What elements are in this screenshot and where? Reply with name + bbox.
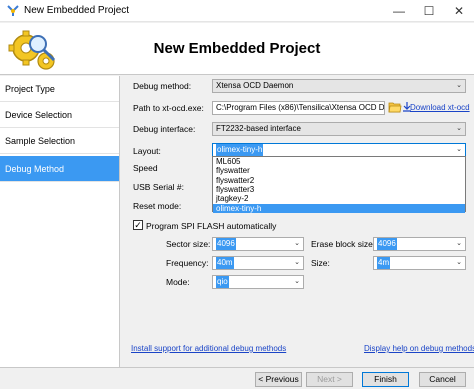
download-xt-ocd-link[interactable]: Download xt-ocd (410, 103, 470, 112)
path-input[interactable]: C:\Program Files (x86)\Tensilica\Xtensa … (212, 101, 385, 115)
erase-block-size-label: Erase block size: (311, 239, 376, 249)
layout-option-selected[interactable]: olimex-tiny-h (213, 203, 465, 213)
erase-block-size-select[interactable]: 4096 ⌄ (373, 237, 466, 251)
debug-method-select[interactable]: Xtensa OCD Daemon ⌄ (212, 79, 466, 93)
folder-icon[interactable] (388, 100, 402, 114)
cancel-button[interactable]: Cancel (419, 372, 466, 387)
bottom-divider (0, 367, 474, 368)
speed-label: Speed (133, 163, 158, 173)
minimize-button[interactable]: — (384, 0, 414, 22)
sector-size-select[interactable]: 4096 ⌄ (212, 237, 304, 251)
debug-interface-select[interactable]: FT2232-based interface ⌄ (212, 122, 466, 136)
layout-dropdown-list[interactable]: ML605 flyswatter flyswatter2 flyswatter3… (212, 156, 466, 213)
layout-label: Layout: (133, 146, 161, 156)
debug-method-label: Debug method: (133, 81, 192, 91)
path-label: Path to xt-ocd.exe: (133, 103, 204, 113)
reset-mode-label: Reset mode: (133, 201, 182, 211)
usb-serial-label: USB Serial #: (133, 182, 185, 192)
spi-flash-label: Program SPI FLASH automatically (146, 221, 277, 231)
size-label: Size: (311, 258, 330, 268)
sector-size-label: Sector size: (166, 239, 211, 249)
sidebar-item-sample-selection[interactable]: Sample Selection (0, 128, 119, 154)
wizard-header: New Embedded Project (0, 23, 474, 75)
window-title: New Embedded Project (24, 5, 130, 16)
install-support-link[interactable]: Install support for additional debug met… (131, 344, 286, 353)
debug-help-link[interactable]: Display help on debug methods (364, 344, 474, 353)
wizard-sidebar: Project Type Device Selection Sample Sel… (0, 76, 120, 368)
chevron-down-icon: ⌄ (456, 146, 462, 153)
finish-button[interactable]: Finish (362, 372, 409, 387)
layout-value: olimex-tiny-h (216, 144, 264, 156)
maximize-button[interactable]: ☐ (414, 0, 444, 22)
sidebar-item-debug-method[interactable]: Debug Method (0, 156, 119, 182)
page-title: New Embedded Project (153, 40, 321, 57)
debug-interface-label: Debug interface: (133, 124, 196, 134)
layout-option[interactable]: flyswatter2 (213, 176, 465, 185)
mode-label: Mode: (166, 277, 190, 287)
erase-block-size-value: 4096 (377, 238, 397, 250)
chevron-down-icon: ⌄ (456, 259, 462, 266)
layout-select[interactable]: olimex-tiny-h ⌄ (212, 143, 466, 157)
next-button[interactable]: Next > (306, 372, 353, 387)
layout-option[interactable]: jtagkey-2 (213, 194, 465, 203)
debug-method-value: Xtensa OCD Daemon (216, 81, 294, 90)
title-bar: New Embedded Project — ☐ ✕ (0, 0, 474, 22)
spi-flash-checkbox[interactable]: ✓ (133, 220, 143, 230)
frequency-label: Frequency: (166, 258, 209, 268)
sidebar-item-device-selection[interactable]: Device Selection (0, 102, 119, 128)
mode-value: qio (216, 276, 229, 288)
mode-select[interactable]: qio ⌄ (212, 275, 304, 289)
layout-option[interactable]: flyswatter (213, 166, 465, 175)
app-icon (7, 5, 19, 16)
layout-option[interactable]: ML605 (213, 157, 465, 166)
sidebar-item-project-type[interactable]: Project Type (0, 76, 119, 102)
size-value: 4m (377, 257, 391, 269)
previous-button[interactable]: < Previous (255, 372, 302, 387)
frequency-value: 40m (216, 257, 234, 269)
chevron-down-icon: ⌄ (456, 125, 462, 132)
frequency-select[interactable]: 40m ⌄ (212, 256, 304, 270)
chevron-down-icon: ⌄ (294, 259, 300, 266)
size-select[interactable]: 4m ⌄ (373, 256, 466, 270)
close-button[interactable]: ✕ (444, 0, 474, 22)
chevron-down-icon: ⌄ (294, 240, 300, 247)
sector-size-value: 4096 (216, 238, 236, 250)
layout-option[interactable]: flyswatter3 (213, 185, 465, 194)
debug-interface-value: FT2232-based interface (216, 124, 301, 133)
chevron-down-icon: ⌄ (294, 278, 300, 285)
chevron-down-icon: ⌄ (456, 82, 462, 89)
chevron-down-icon: ⌄ (456, 240, 462, 247)
